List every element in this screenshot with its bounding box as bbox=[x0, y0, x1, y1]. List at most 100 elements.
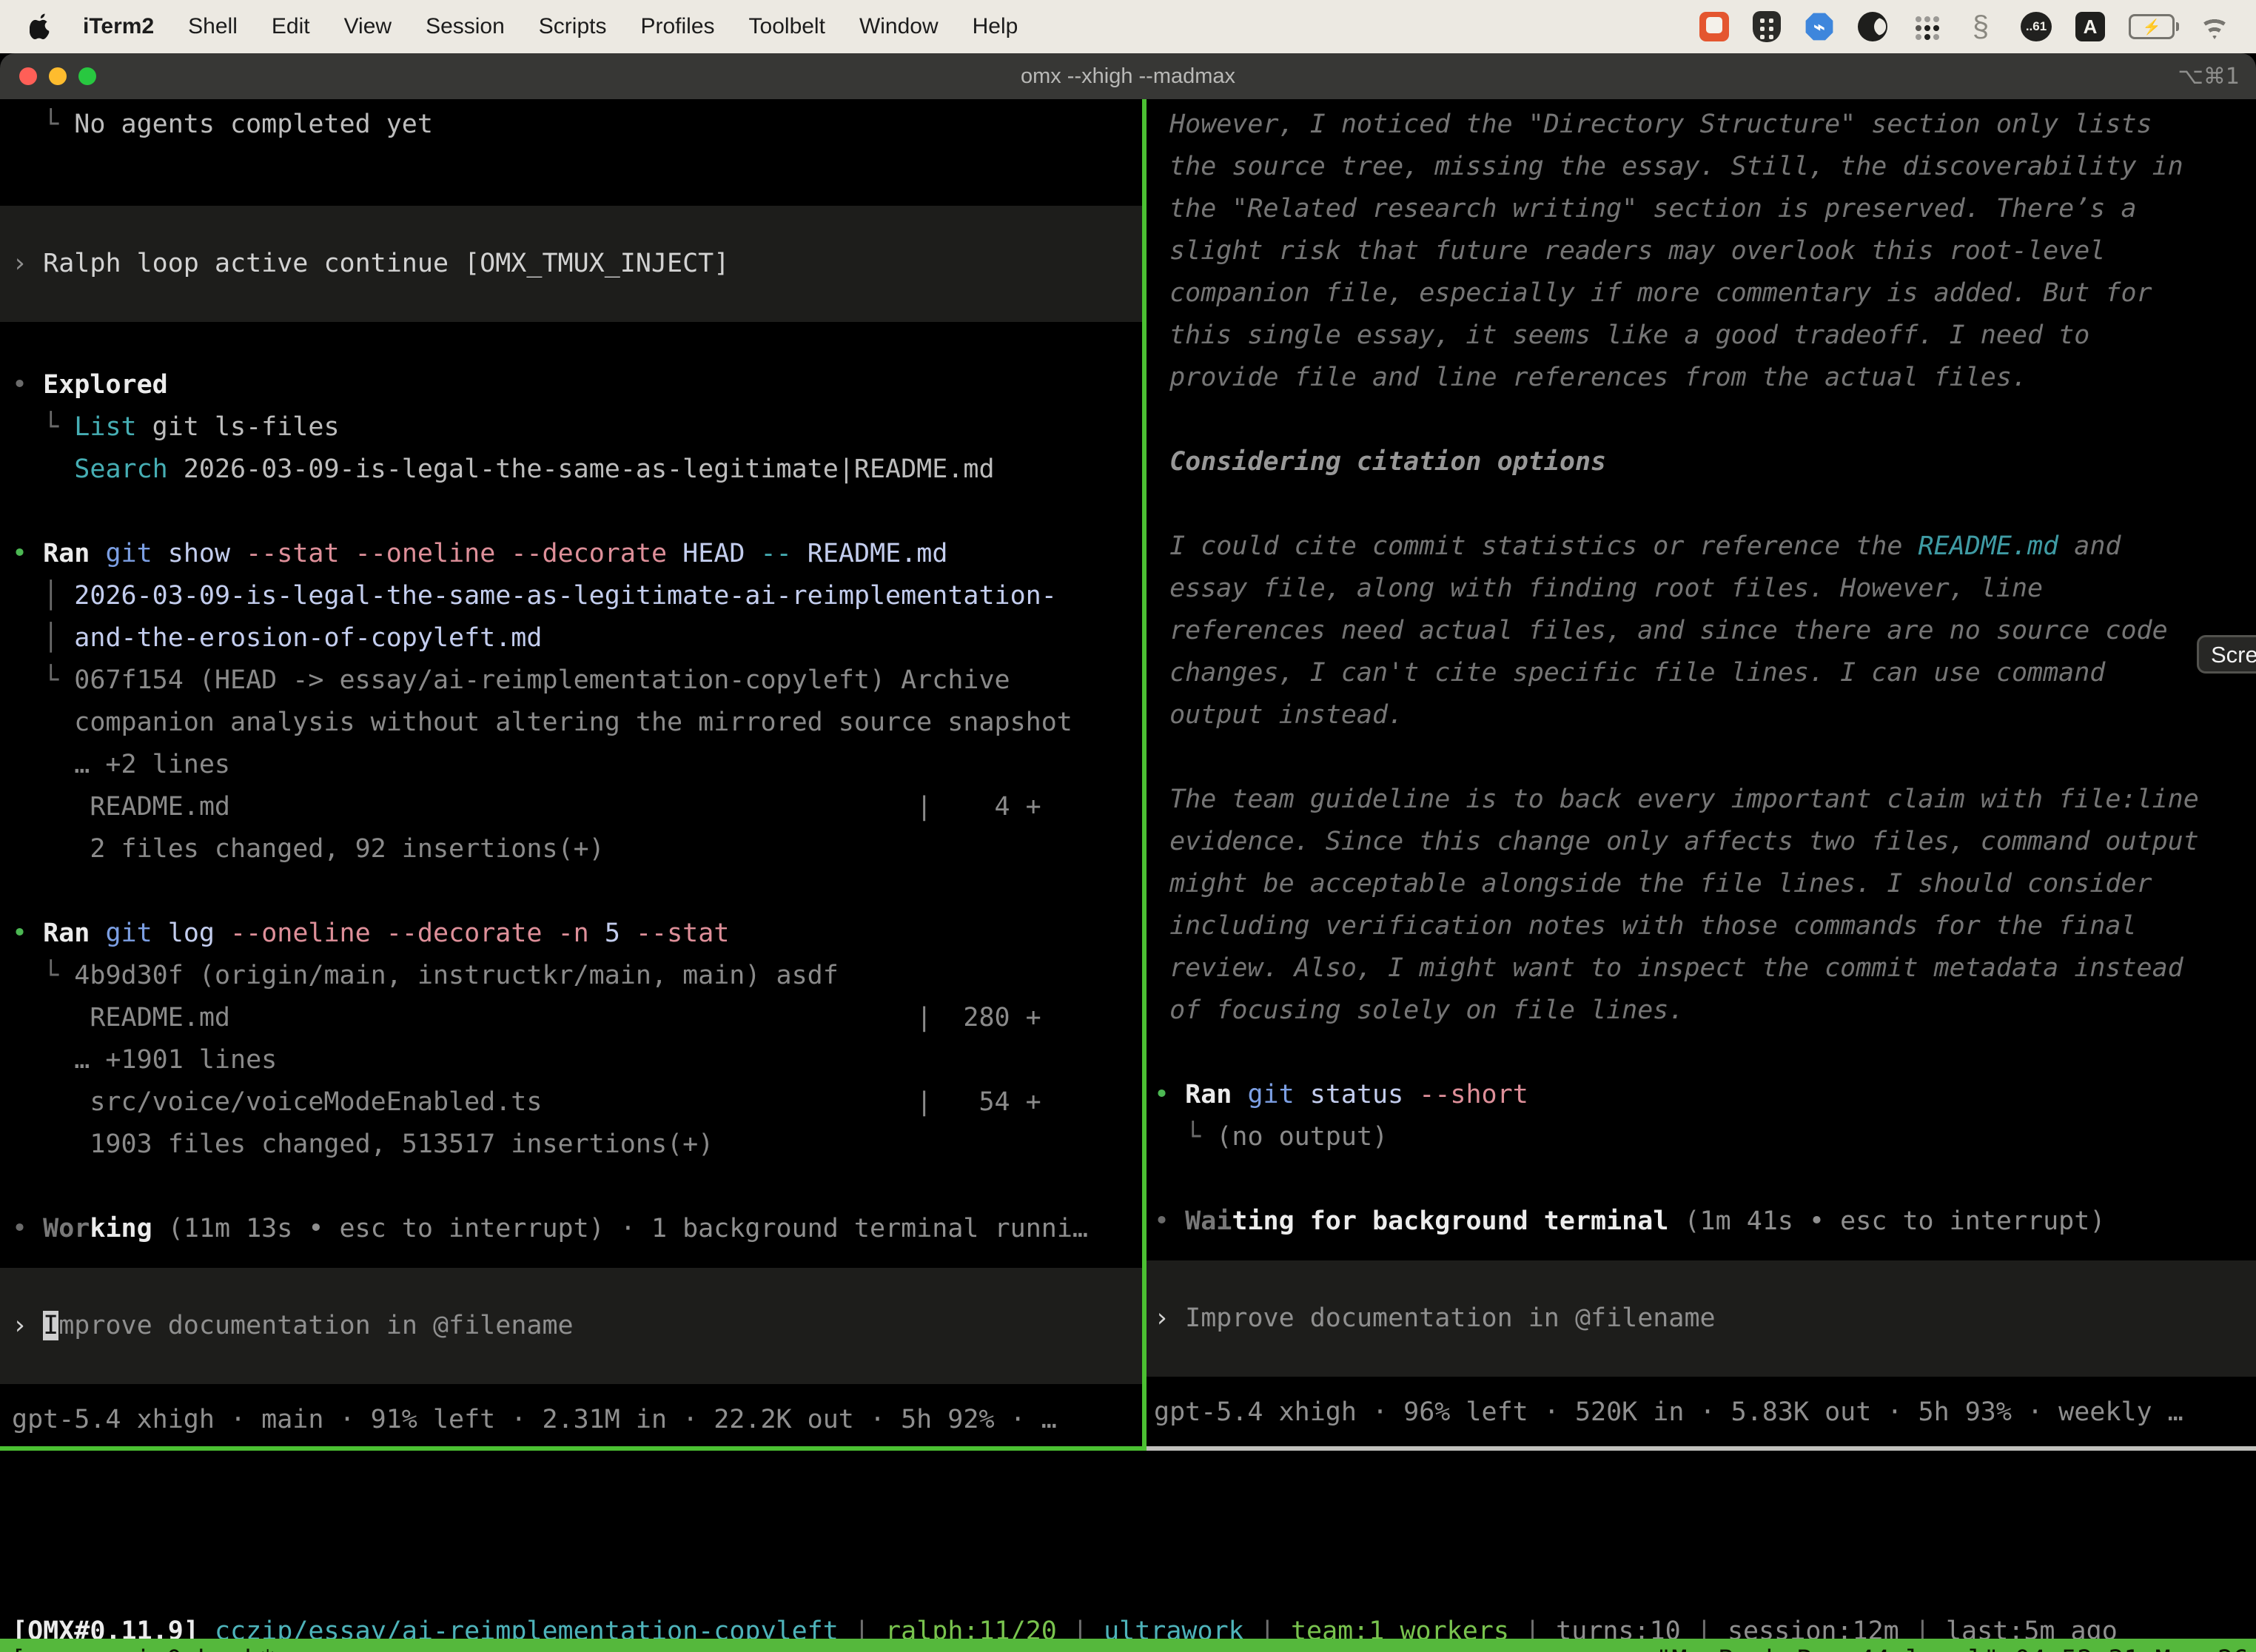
menu-item-scripts[interactable]: Scripts bbox=[539, 14, 607, 39]
text-segment: log bbox=[168, 919, 215, 948]
text-segment: (1m 41s • esc to interrupt) bbox=[1668, 1206, 2105, 1236]
terminal-block: └ No agents completed yet bbox=[0, 104, 1142, 146]
dots-grid-icon[interactable] bbox=[1911, 12, 1941, 41]
zoom-button[interactable] bbox=[78, 67, 96, 85]
terminal-line: └ 067f154 (HEAD -> essay/ai-reimplementa… bbox=[0, 659, 1142, 702]
text-segment bbox=[1232, 1080, 1247, 1109]
squiggle-icon[interactable]: § bbox=[1964, 10, 1997, 43]
text-segment: README.md | 4 + bbox=[12, 792, 1041, 822]
terminal-block: • Waiting for background terminal (1m 41… bbox=[1147, 1201, 2256, 1243]
traffic-lights bbox=[19, 67, 96, 85]
wifi-icon[interactable] bbox=[2198, 14, 2231, 39]
text-segment: • bbox=[12, 370, 43, 400]
text-segment: companion analysis without altering the … bbox=[12, 708, 1072, 737]
window-title-bar[interactable]: omx --xhigh --madmax ⌥⌘1 bbox=[0, 53, 2256, 99]
text-segment: Considering citation options bbox=[1154, 447, 1606, 477]
window-shortcut-badge: ⌥⌘1 bbox=[2178, 64, 2240, 90]
menu-item-shell[interactable]: Shell bbox=[188, 14, 238, 39]
blue-badge-icon[interactable] bbox=[1805, 12, 1834, 41]
terminal-line: src/voice/voiceModeEnabled.ts | 54 + bbox=[0, 1081, 1142, 1124]
text-segment: Ran bbox=[1185, 1080, 1232, 1109]
screenshot-app-icon[interactable] bbox=[1699, 12, 1729, 41]
text-segment: --oneline bbox=[355, 539, 496, 568]
text-segment: I bbox=[43, 1311, 58, 1340]
prompt-input-box[interactable]: › Improve documentation in @filename bbox=[0, 1268, 1142, 1384]
text-segment: mprove documentation in @filename bbox=[58, 1311, 573, 1340]
prompt-input-box[interactable]: › Ralph loop active continue [OMX_TMUX_I… bbox=[0, 206, 1142, 322]
apple-logo-icon[interactable] bbox=[30, 12, 55, 41]
text-segment: companion file, especially if more comme… bbox=[1154, 278, 2152, 308]
menu-item-session[interactable]: Session bbox=[426, 14, 505, 39]
terminal-block: However, I noticed the "Directory Struct… bbox=[1147, 104, 2256, 399]
terminal-line: I could cite commit statistics or refere… bbox=[1147, 526, 2256, 568]
battery-icon[interactable]: ⚡ bbox=[2129, 14, 2175, 39]
shield-grid-icon[interactable] bbox=[1753, 11, 1781, 42]
text-segment: › bbox=[12, 1311, 43, 1340]
terminal-line: • Waiting for background terminal (1m 41… bbox=[1147, 1201, 2256, 1243]
text-segment: Ralph loop active continue [OMX_TMUX_INJ… bbox=[43, 249, 729, 278]
terminal-block: • Working (11m 13s • esc to interrupt) ·… bbox=[0, 1208, 1142, 1250]
keyboard-a-icon[interactable]: A bbox=[2075, 12, 2105, 41]
text-segment: └ bbox=[12, 961, 74, 990]
circle-61-icon[interactable]: ..61 bbox=[2021, 12, 2052, 41]
right-pane-content: However, I noticed the "Directory Struct… bbox=[1147, 99, 2256, 1434]
terminal-line: 1903 files changed, 513517 insertions(+) bbox=[0, 1124, 1142, 1166]
menu-item-help[interactable]: Help bbox=[973, 14, 1018, 39]
terminal-line: changes, I can't cite specific file line… bbox=[1147, 652, 2256, 694]
text-segment: and-the-erosion-of-copyleft.md bbox=[74, 623, 542, 653]
text-segment: Ran bbox=[43, 539, 90, 568]
text-segment: └ bbox=[12, 110, 74, 139]
menu-status-icons: § ..61 A ⚡ bbox=[1699, 10, 2231, 43]
terminal-line: might be acceptable alongside the file l… bbox=[1147, 863, 2256, 905]
text-segment: references need actual files, and since … bbox=[1154, 616, 2168, 645]
text-segment bbox=[230, 539, 246, 568]
text-segment: … +1901 lines bbox=[12, 1045, 277, 1075]
text-segment bbox=[792, 539, 808, 568]
text-segment bbox=[495, 539, 511, 568]
terminal-line: The team guideline is to back every impo… bbox=[1147, 779, 2256, 821]
text-segment: Ran bbox=[43, 919, 90, 948]
terminal-line: However, I noticed the "Directory Struct… bbox=[1147, 104, 2256, 146]
terminal-block: gpt-5.4 xhigh · 96% left · 520K in · 5.8… bbox=[1147, 1391, 2256, 1434]
close-button[interactable] bbox=[19, 67, 37, 85]
menu-item-profiles[interactable]: Profiles bbox=[640, 14, 714, 39]
text-segment bbox=[215, 919, 230, 948]
tmux-pane-right[interactable]: However, I noticed the "Directory Struct… bbox=[1147, 99, 2256, 1446]
text-segment: └ bbox=[1154, 1122, 1216, 1152]
text-segment: List bbox=[74, 412, 136, 442]
terminal-area[interactable]: └ No agents completed yet › Ralph loop ac… bbox=[0, 99, 2256, 1652]
text-segment: provide file and line references from th… bbox=[1154, 363, 2027, 392]
menu-item-window[interactable]: Window bbox=[859, 14, 939, 39]
menu-item-toolbelt[interactable]: Toolbelt bbox=[749, 14, 825, 39]
terminal-line: └ List git ls-files bbox=[0, 406, 1142, 449]
menu-item-edit[interactable]: Edit bbox=[272, 14, 310, 39]
text-segment: Wor bbox=[43, 1214, 90, 1243]
text-segment: git ls-files bbox=[137, 412, 340, 442]
tmux-pane-left[interactable]: └ No agents completed yet › Ralph loop ac… bbox=[0, 99, 1142, 1446]
terminal-line: README.md | 280 + bbox=[0, 997, 1142, 1039]
terminal-line: companion analysis without altering the … bbox=[0, 702, 1142, 744]
text-segment: king bbox=[90, 1214, 152, 1243]
text-segment: • bbox=[12, 1214, 43, 1243]
terminal-line: the "Related research writing" section i… bbox=[1147, 188, 2256, 230]
prompt-input-box[interactable]: › Improve documentation in @filename bbox=[1147, 1260, 2256, 1377]
text-segment: • bbox=[12, 919, 43, 948]
terminal-block: • Explored └ List git ls-files Search 20… bbox=[0, 364, 1142, 491]
menu-item-iterm2[interactable]: iTerm2 bbox=[83, 14, 154, 39]
minimize-button[interactable] bbox=[49, 67, 67, 85]
dark-crescent-icon[interactable] bbox=[1858, 12, 1887, 41]
text-segment: README.md | 280 + bbox=[12, 1003, 1041, 1032]
terminal-line: of focusing solely on file lines. bbox=[1147, 990, 2256, 1032]
terminal-line: │ and-the-erosion-of-copyleft.md bbox=[0, 617, 1142, 659]
screen-share-overlay[interactable]: Scre bbox=[2197, 635, 2256, 674]
menu-item-view[interactable]: View bbox=[344, 14, 392, 39]
text-segment bbox=[152, 539, 168, 568]
text-segment: evidence. Since this change only affects… bbox=[1154, 827, 2199, 856]
text-segment: └ bbox=[12, 412, 74, 442]
terminal-block bbox=[0, 1166, 1142, 1208]
text-segment: (11m 13s • esc to interrupt) · 1 backgro… bbox=[152, 1214, 1088, 1243]
terminal-block: Considering citation options bbox=[1147, 441, 2256, 483]
text-segment bbox=[90, 919, 105, 948]
terminal-line: review. Also, I might want to inspect th… bbox=[1147, 947, 2256, 990]
terminal-line: evidence. Since this change only affects… bbox=[1147, 821, 2256, 863]
